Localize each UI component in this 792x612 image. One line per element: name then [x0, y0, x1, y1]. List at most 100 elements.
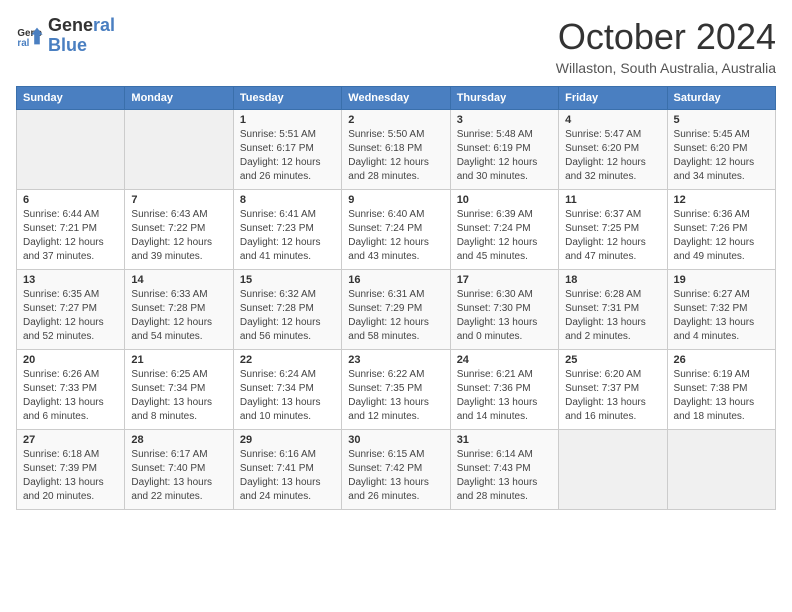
calendar-cell: 20 Sunrise: 6:26 AMSunset: 7:33 PMDayligh… — [17, 350, 125, 430]
day-info: Sunrise: 5:50 AMSunset: 6:18 PMDaylight:… — [348, 128, 443, 184]
day-number: 26 — [674, 354, 769, 366]
day-number: 16 — [348, 274, 443, 286]
day-number: 17 — [457, 274, 552, 286]
calendar-cell: 25Sunrise: 6:20 AMSunset: 7:37 PMDayligh… — [559, 350, 667, 430]
logo-icon: Gene ral — [16, 22, 44, 50]
day-number: 18 — [565, 274, 660, 286]
day-info: Sunrise: 6:30 AMSunset: 7:30 PMDaylight:… — [457, 288, 552, 344]
day-info: Sunrise: 5:47 AMSunset: 6:20 PMDaylight:… — [565, 128, 660, 184]
calendar-cell: 7Sunrise: 6:43 AMSunset: 7:22 PMDaylight… — [125, 190, 233, 270]
calendar-week-5: 27 Sunrise: 6:18 AMSunset: 7:39 PMDayligh… — [17, 430, 776, 510]
calendar-cell: 13 Sunrise: 6:35 AMSunset: 7:27 PMDayligh… — [17, 270, 125, 350]
calendar-cell: 23Sunrise: 6:22 AMSunset: 7:35 PMDayligh… — [342, 350, 450, 430]
day-info: Sunrise: 5:48 AMSunset: 6:19 PMDaylight:… — [457, 128, 552, 184]
page-header: Gene ral GeneralBlue October 2024 Willas… — [16, 16, 776, 76]
weekday-header-sunday: Sunday — [17, 87, 125, 110]
day-info: Sunrise: 6:14 AMSunset: 7:43 PMDaylight:… — [457, 448, 552, 504]
day-number: 11 — [565, 194, 660, 206]
svg-text:ral: ral — [17, 38, 29, 49]
calendar-cell: 19Sunrise: 6:27 AMSunset: 7:32 PMDayligh… — [667, 270, 775, 350]
day-info: Sunrise: 6:32 AMSunset: 7:28 PMDaylight:… — [240, 288, 335, 344]
day-info: Sunrise: 6:20 AMSunset: 7:37 PMDaylight:… — [565, 368, 660, 424]
day-number: 13 — [23, 274, 118, 286]
calendar-cell: 31Sunrise: 6:14 AMSunset: 7:43 PMDayligh… — [450, 430, 558, 510]
day-info: Sunrise: 6:26 AMSunset: 7:33 PMDaylight:… — [23, 368, 118, 424]
day-number: 23 — [348, 354, 443, 366]
calendar-cell: 3 Sunrise: 5:48 AMSunset: 6:19 PMDaylight… — [450, 110, 558, 190]
calendar-cell: 21Sunrise: 6:25 AMSunset: 7:34 PMDayligh… — [125, 350, 233, 430]
weekday-header-tuesday: Tuesday — [233, 87, 341, 110]
day-info: Sunrise: 6:40 AMSunset: 7:24 PMDaylight:… — [348, 208, 443, 264]
weekday-header-saturday: Saturday — [667, 87, 775, 110]
day-number: 12 — [674, 194, 769, 206]
title-block: October 2024 Willaston, South Australia,… — [556, 16, 776, 76]
day-info: Sunrise: 6:39 AMSunset: 7:24 PMDaylight:… — [457, 208, 552, 264]
calendar-cell: 11 Sunrise: 6:37 AMSunset: 7:25 PMDayligh… — [559, 190, 667, 270]
calendar-cell — [559, 430, 667, 510]
calendar-cell: 12Sunrise: 6:36 AMSunset: 7:26 PMDayligh… — [667, 190, 775, 270]
day-number: 24 — [457, 354, 552, 366]
calendar-cell: 29Sunrise: 6:16 AMSunset: 7:41 PMDayligh… — [233, 430, 341, 510]
day-info: Sunrise: 6:21 AMSunset: 7:36 PMDaylight:… — [457, 368, 552, 424]
day-number: 14 — [131, 274, 226, 286]
calendar-cell — [125, 110, 233, 190]
day-number: 5 — [674, 114, 769, 126]
calendar-table: SundayMondayTuesdayWednesdayThursdayFrid… — [16, 86, 776, 510]
weekday-header-thursday: Thursday — [450, 87, 558, 110]
logo: Gene ral GeneralBlue — [16, 16, 115, 56]
day-number: 6 — [23, 194, 118, 206]
day-number: 22 — [240, 354, 335, 366]
day-number: 3 — [457, 114, 552, 126]
day-number: 28 — [131, 434, 226, 446]
calendar-cell — [667, 430, 775, 510]
day-info: Sunrise: 6:24 AMSunset: 7:34 PMDaylight:… — [240, 368, 335, 424]
day-info: Sunrise: 6:37 AMSunset: 7:25 PMDaylight:… — [565, 208, 660, 264]
calendar-week-3: 13 Sunrise: 6:35 AMSunset: 7:27 PMDayligh… — [17, 270, 776, 350]
day-info: Sunrise: 6:28 AMSunset: 7:31 PMDaylight:… — [565, 288, 660, 344]
calendar-cell: 2 Sunrise: 5:50 AMSunset: 6:18 PMDaylight… — [342, 110, 450, 190]
calendar-cell: 24 Sunrise: 6:21 AMSunset: 7:36 PMDayligh… — [450, 350, 558, 430]
calendar-cell: 8 Sunrise: 6:41 AMSunset: 7:23 PMDaylight… — [233, 190, 341, 270]
weekday-header-monday: Monday — [125, 87, 233, 110]
day-number: 2 — [348, 114, 443, 126]
day-number: 19 — [674, 274, 769, 286]
calendar-cell: 4 Sunrise: 5:47 AMSunset: 6:20 PMDaylight… — [559, 110, 667, 190]
day-number: 27 — [23, 434, 118, 446]
day-info: Sunrise: 6:41 AMSunset: 7:23 PMDaylight:… — [240, 208, 335, 264]
calendar-cell: 5 Sunrise: 5:45 AMSunset: 6:20 PMDaylight… — [667, 110, 775, 190]
day-number: 30 — [348, 434, 443, 446]
calendar-cell: 26 Sunrise: 6:19 AMSunset: 7:38 PMDayligh… — [667, 350, 775, 430]
calendar-cell: 1 Sunrise: 5:51 AMSunset: 6:17 PMDaylight… — [233, 110, 341, 190]
day-number: 1 — [240, 114, 335, 126]
calendar-cell: 30 Sunrise: 6:15 AMSunset: 7:42 PMDayligh… — [342, 430, 450, 510]
calendar-week-4: 20 Sunrise: 6:26 AMSunset: 7:33 PMDayligh… — [17, 350, 776, 430]
calendar-cell: 10 Sunrise: 6:39 AMSunset: 7:24 PMDayligh… — [450, 190, 558, 270]
day-number: 21 — [131, 354, 226, 366]
day-number: 7 — [131, 194, 226, 206]
weekday-header-wednesday: Wednesday — [342, 87, 450, 110]
calendar-cell: 28 Sunrise: 6:17 AMSunset: 7:40 PMDayligh… — [125, 430, 233, 510]
calendar-cell: 17 Sunrise: 6:30 AMSunset: 7:30 PMDayligh… — [450, 270, 558, 350]
day-info: Sunrise: 6:18 AMSunset: 7:39 PMDaylight:… — [23, 448, 118, 504]
month-title: October 2024 — [556, 16, 776, 58]
day-info: Sunrise: 6:31 AMSunset: 7:29 PMDaylight:… — [348, 288, 443, 344]
day-number: 10 — [457, 194, 552, 206]
location: Willaston, South Australia, Australia — [556, 60, 776, 76]
day-number: 8 — [240, 194, 335, 206]
calendar-cell: 9Sunrise: 6:40 AMSunset: 7:24 PMDaylight… — [342, 190, 450, 270]
calendar-cell: 14Sunrise: 6:33 AMSunset: 7:28 PMDayligh… — [125, 270, 233, 350]
calendar-cell: 22 Sunrise: 6:24 AMSunset: 7:34 PMDayligh… — [233, 350, 341, 430]
calendar-week-1: 1 Sunrise: 5:51 AMSunset: 6:17 PMDaylight… — [17, 110, 776, 190]
day-info: Sunrise: 6:17 AMSunset: 7:40 PMDaylight:… — [131, 448, 226, 504]
logo-text: GeneralBlue — [48, 16, 115, 56]
day-info: Sunrise: 5:45 AMSunset: 6:20 PMDaylight:… — [674, 128, 769, 184]
day-info: Sunrise: 6:35 AMSunset: 7:27 PMDaylight:… — [23, 288, 118, 344]
day-info: Sunrise: 5:51 AMSunset: 6:17 PMDaylight:… — [240, 128, 335, 184]
day-number: 4 — [565, 114, 660, 126]
calendar-cell: 6Sunrise: 6:44 AMSunset: 7:21 PMDaylight… — [17, 190, 125, 270]
day-info: Sunrise: 6:15 AMSunset: 7:42 PMDaylight:… — [348, 448, 443, 504]
day-number: 15 — [240, 274, 335, 286]
day-number: 20 — [23, 354, 118, 366]
day-info: Sunrise: 6:19 AMSunset: 7:38 PMDaylight:… — [674, 368, 769, 424]
calendar-cell — [17, 110, 125, 190]
